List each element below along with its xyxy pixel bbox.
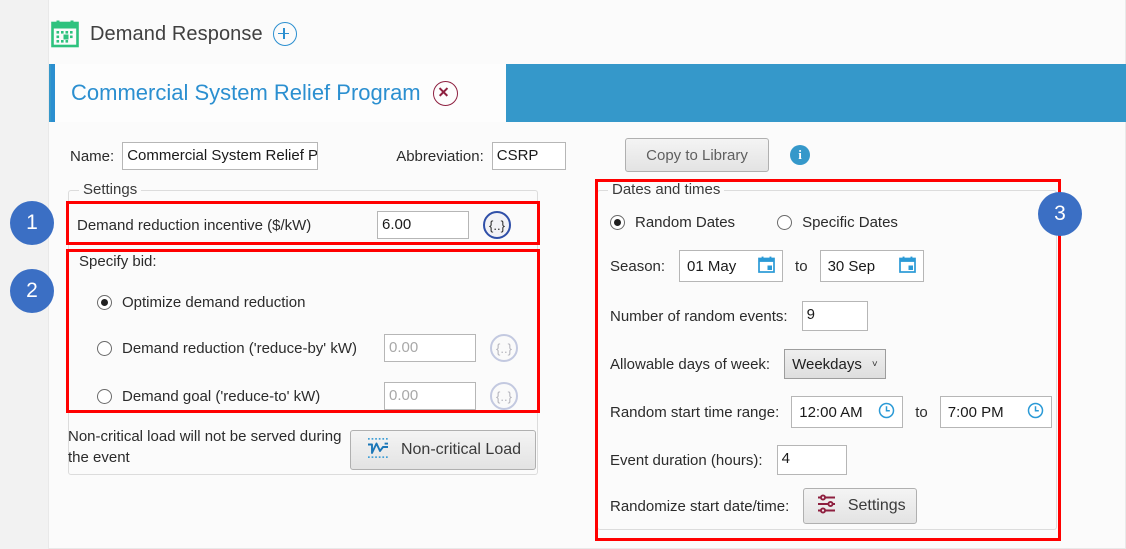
bid-option-reduce-by[interactable]: Demand reduction ('reduce-by' kW) 0.00 {… [97,331,518,365]
abbreviation-input[interactable]: CSRP [491,142,566,170]
allowable-days-value: Weekdays [792,355,862,373]
tab-commercial-system-relief-program[interactable]: Commercial System Relief Program [51,64,506,122]
incentive-expand-icon[interactable]: {..} [483,211,511,239]
allowable-days-label: Allowable days of week: [610,355,771,373]
event-duration-label: Event duration (hours): [610,451,763,469]
waveform-icon [365,435,391,466]
annotation-badge-3: 3 [1038,192,1082,236]
add-demand-response-icon[interactable] [272,22,297,46]
incentive-row: Demand reduction incentive ($/kW) 6.00 {… [77,205,529,245]
bid-option-label: Demand goal ('reduce-to' kW) [122,387,321,405]
random-dates-label: Random Dates [635,213,736,231]
randomize-start-row: Randomize start date/time: Settings [610,488,918,524]
radio-random-dates[interactable] [610,214,625,230]
page-title: Demand Response [90,22,263,45]
annotation-badge-1: 1 [10,201,54,245]
incentive-label: Demand reduction incentive ($/kW) [77,216,312,234]
season-to-label: to [795,257,808,275]
season-start-datepicker[interactable]: 01 May [679,250,784,282]
name-label: Name: [70,147,115,165]
page-header: Demand Response [50,10,297,58]
radio-demand-goal[interactable] [97,388,112,404]
noncritical-load-button[interactable]: Non-critical Load [350,430,536,470]
start-time-to-picker[interactable]: 7:00 PM [939,396,1052,428]
start-time-range-label: Random start time range: [610,403,780,421]
random-events-label: Number of random events: [610,307,788,325]
sliders-icon [815,492,839,521]
app-window: Demand Response Commercial System Relief… [0,0,1126,549]
random-events-row: Number of random events: 9 [610,299,868,333]
season-row: Season: 01 May to 30 Sep [610,249,924,283]
clock-icon[interactable] [878,402,895,423]
specify-bid-label: Specify bid: [79,253,157,270]
time-to-label: to [915,403,928,421]
identity-row: Name: Commercial System Relief P Abbrevi… [70,138,566,174]
noncritical-load-description: Non-critical load will not be served dur… [68,428,342,466]
copy-to-library-button[interactable]: Copy to Library [625,138,769,172]
specific-dates-label: Specific Dates [802,213,898,231]
tab-bar: Commercial System Relief Program [49,64,1126,122]
bid-option-reduce-to[interactable]: Demand goal ('reduce-to' kW) 0.00 {..} [97,379,518,413]
event-duration-row: Event duration (hours): 4 [610,443,847,477]
close-icon[interactable] [432,80,458,106]
start-time-to-value: 7:00 PM [947,403,1004,421]
randomize-settings-button[interactable]: Settings [803,488,918,524]
bid-option-optimize[interactable]: Optimize demand reduction [97,285,384,319]
allowable-days-select[interactable]: Weekdays ˅ [784,349,886,379]
name-input[interactable]: Commercial System Relief P [122,142,319,170]
radio-optimize-demand-reduction[interactable] [97,294,112,310]
abbreviation-label: Abbreviation: [396,147,484,165]
annotation-badge-2: 2 [10,269,54,313]
dates-group-title: Dates and times [608,181,725,198]
chevron-down-icon: ˅ [871,358,878,370]
calendar-icon[interactable] [898,256,916,277]
noncritical-load-button-label: Non-critical Load [400,441,522,458]
dates-and-times-group: Dates and times Random Dates Specific Da… [597,181,1057,530]
radio-demand-reduction[interactable] [97,340,112,356]
date-mode-row: Random Dates Specific Dates [610,205,898,239]
random-events-input[interactable]: 9 [801,301,868,331]
season-start-value: 01 May [687,257,737,275]
start-time-range-row: Random start time range: 12:00 AM to 7:0… [610,395,1052,429]
tab-label: Commercial System Relief Program [71,80,421,105]
event-duration-input[interactable]: 4 [776,445,847,475]
randomize-settings-button-label: Settings [847,497,906,514]
start-time-from-value: 12:00 AM [799,403,863,421]
season-end-datepicker[interactable]: 30 Sep [819,250,924,282]
demand-goal-input[interactable]: 0.00 [384,382,476,410]
demand-reduction-expand-icon[interactable]: {..} [490,334,518,362]
bid-option-label: Demand reduction ('reduce-by' kW) [122,339,357,357]
option-random-dates[interactable]: Random Dates [610,214,735,231]
season-label: Season: [610,257,666,275]
demand-goal-expand-icon[interactable]: {..} [490,382,518,410]
clock-icon[interactable] [1027,402,1044,423]
bid-option-label: Optimize demand reduction [122,293,306,311]
calendar-icon[interactable] [758,256,775,277]
info-icon[interactable]: i [790,145,810,165]
season-end-value: 30 Sep [827,257,876,275]
radio-specific-dates[interactable] [777,214,793,230]
start-time-from-picker[interactable]: 12:00 AM [791,396,904,428]
calendar-icon [50,19,80,49]
incentive-input[interactable]: 6.00 [377,211,469,239]
demand-reduction-input[interactable]: 0.00 [384,334,476,362]
allowable-days-row: Allowable days of week: Weekdays ˅ [610,347,886,381]
randomize-start-label: Randomize start date/time: [610,497,790,515]
option-specific-dates[interactable]: Specific Dates [777,214,898,231]
settings-group-title: Settings [79,181,142,198]
